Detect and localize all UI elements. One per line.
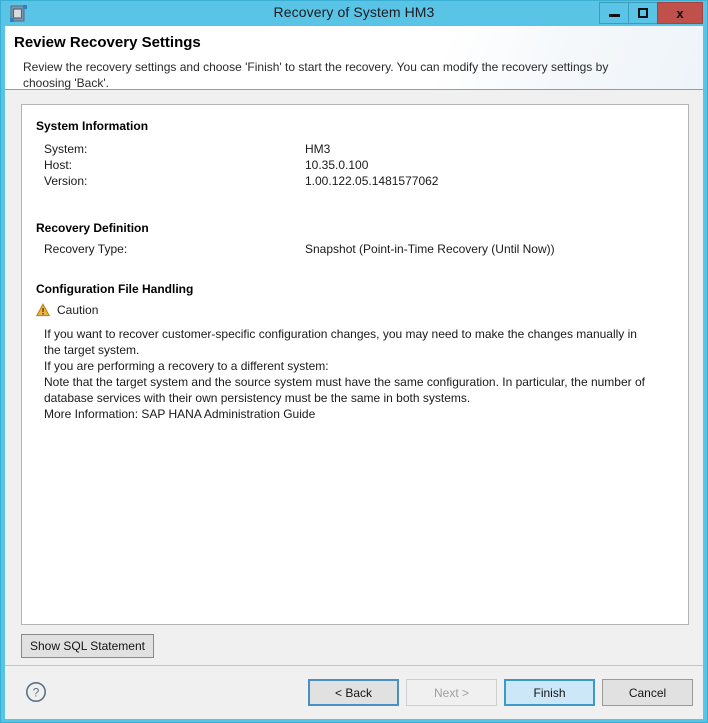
section-heading-system-information: System Information (36, 119, 149, 133)
section-heading-configuration-file-handling: Configuration File Handling (36, 282, 194, 296)
caution-notice: Caution (35, 303, 99, 317)
field-value: 1.00.122.05.1481577062 (305, 174, 439, 188)
next-button: Next > (406, 679, 497, 706)
caution-line: database services with their own persist… (44, 391, 471, 405)
caution-line: More Information: SAP HANA Administratio… (44, 407, 316, 421)
settings-review-panel: System Information System: HM3 Host: 10.… (21, 104, 689, 625)
table-row: Version: 1.00.122.05.1481577062 (22, 173, 662, 189)
window-controls: x (599, 2, 703, 24)
table-row: Recovery Type: Snapshot (Point-in-Time R… (22, 241, 662, 257)
field-label: Host: (44, 158, 73, 172)
minimize-icon[interactable] (599, 2, 629, 24)
caution-line: If you want to recover customer-specific… (44, 327, 637, 341)
maximize-icon[interactable] (628, 2, 658, 24)
section-heading-recovery-definition: Recovery Definition (36, 221, 149, 235)
help-question-icon[interactable]: ? (25, 681, 47, 703)
cancel-button[interactable]: Cancel (602, 679, 693, 706)
show-sql-statement-button[interactable]: Show SQL Statement (21, 634, 154, 658)
close-icon[interactable]: x (657, 2, 703, 24)
table-row: System: HM3 (22, 141, 662, 157)
page-title: Review Recovery Settings (14, 34, 201, 51)
field-label: System: (44, 142, 88, 156)
caution-line: Note that the target system and the sour… (44, 375, 645, 389)
back-button[interactable]: < Back (308, 679, 399, 706)
field-label: Version: (44, 174, 88, 188)
caution-line: the target system. (44, 343, 140, 357)
field-label: Recovery Type: (44, 242, 128, 256)
field-value: HM3 (305, 142, 331, 156)
field-value: Snapshot (Point-in-Time Recovery (Until … (305, 242, 555, 256)
caution-line: If you are performing a recovery to a di… (44, 359, 329, 373)
caution-body-text: If you want to recover customer-specific… (44, 326, 679, 422)
svg-text:?: ? (33, 685, 40, 699)
recovery-definition-rows: Recovery Type: Snapshot (Point-in-Time R… (22, 241, 662, 257)
page-description: Review the recovery settings and choose … (23, 60, 609, 90)
field-value: 10.35.0.100 (305, 158, 369, 172)
dialog-button-bar: ? < Back Next > Finish Cancel (5, 665, 703, 719)
system-information-rows: System: HM3 Host: 10.35.0.100 Version: 1… (22, 141, 662, 189)
wizard-navigation-buttons: < Back Next > Finish Cancel (308, 679, 693, 706)
table-row: Host: 10.35.0.100 (22, 157, 662, 173)
dialog-client-area: Review Recovery Settings Review the reco… (5, 26, 703, 719)
finish-button[interactable]: Finish (504, 679, 595, 706)
caution-label: Caution (57, 303, 99, 317)
dialog-window: Recovery of System HM3 x Review Recovery… (0, 0, 708, 723)
warning-triangle-icon (35, 303, 51, 317)
title-bar[interactable]: Recovery of System HM3 x (1, 1, 707, 26)
wizard-header: Review Recovery Settings Review the reco… (5, 26, 703, 90)
